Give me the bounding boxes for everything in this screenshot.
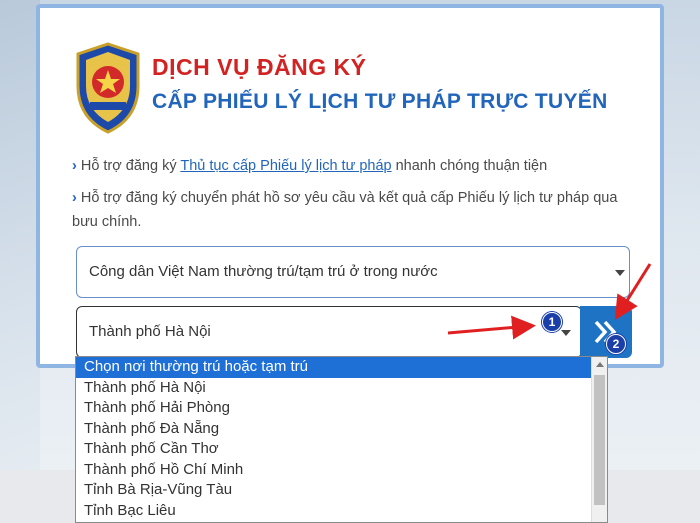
- dropdown-option[interactable]: Chọn nơi thường trú hoặc tạm trú: [76, 357, 607, 378]
- dropdown-option[interactable]: Thành phố Hà Nội: [76, 378, 607, 399]
- annotation-badge-1: 1: [542, 312, 562, 332]
- citizen-type-value: Công dân Việt Nam thường trú/tạm trú ở t…: [89, 263, 438, 280]
- police-emblem-icon: [76, 42, 140, 134]
- registration-card: DỊCH VỤ ĐĂNG KÝ CẤP PHIẾU LÝ LỊCH TƯ PHÁ…: [36, 4, 664, 368]
- chevron-right-icon: ›: [72, 158, 77, 174]
- residence-select[interactable]: Thành phố Hà Nội: [76, 306, 582, 358]
- scroll-up-arrow-icon[interactable]: [596, 362, 604, 367]
- caret-down-icon: [615, 270, 625, 276]
- dropdown-option[interactable]: Thành phố Hồ Chí Minh: [76, 460, 607, 481]
- page-title: DỊCH VỤ ĐĂNG KÝ: [152, 54, 367, 80]
- go-button[interactable]: [580, 306, 632, 358]
- citizen-type-select[interactable]: Công dân Việt Nam thường trú/tạm trú ở t…: [76, 246, 630, 298]
- residence-value: Thành phố Hà Nội: [89, 323, 211, 340]
- dropdown-option[interactable]: Tỉnh Bà Rịa-Vũng Tàu: [76, 480, 607, 501]
- background-left: [0, 0, 40, 523]
- dropdown-option[interactable]: Thành phố Đà Nẵng: [76, 419, 607, 440]
- double-chevron-right-icon: [594, 320, 617, 344]
- caret-down-icon: [561, 330, 571, 336]
- dropdown-scrollbar[interactable]: [591, 357, 607, 522]
- info-line-2: › Hỗ trợ đăng ký chuyển phát hồ sơ yêu cầ…: [72, 190, 618, 230]
- dropdown-option[interactable]: Tỉnh Bạc Liêu: [76, 501, 607, 522]
- chevron-right-icon: ›: [72, 190, 77, 206]
- page-subtitle: CẤP PHIẾU LÝ LỊCH TƯ PHÁP TRỰC TUYẾN: [152, 90, 608, 113]
- info-line-1: › Hỗ trợ đăng ký Thủ tục cấp Phiếu lý lịc…: [72, 158, 548, 174]
- scrollbar-thumb[interactable]: [594, 375, 605, 505]
- dropdown-option[interactable]: Thành phố Hải Phòng: [76, 398, 607, 419]
- residence-dropdown-list[interactable]: Chọn nơi thường trú hoặc tạm trú Thành ph…: [75, 356, 608, 523]
- dropdown-option[interactable]: Thành phố Cần Thơ: [76, 439, 607, 460]
- annotation-badge-2: 2: [606, 334, 626, 354]
- procedure-link[interactable]: Thủ tục cấp Phiếu lý lịch tư pháp: [180, 158, 391, 174]
